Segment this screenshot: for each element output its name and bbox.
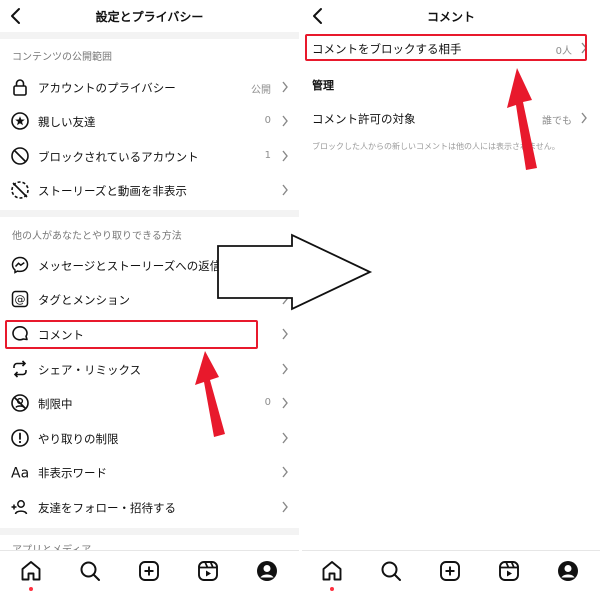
chevron-right-icon <box>282 397 288 409</box>
chevron-right-icon <box>282 466 288 478</box>
chevron-right-icon <box>282 328 288 340</box>
settings-row-blocked-accounts[interactable]: ブロックされているアカウント 1 <box>0 139 299 173</box>
tab-reels[interactable] <box>196 559 220 583</box>
row-value: 0 <box>264 115 271 126</box>
chevron-right-icon <box>282 150 288 162</box>
section-divider <box>0 528 299 535</box>
tab-search[interactable] <box>78 559 102 583</box>
info-note: ブロックした人からの新しいコメントは他の人には表示されません。 <box>312 142 560 151</box>
tab-home[interactable] <box>19 559 43 583</box>
home-icon <box>322 561 342 581</box>
settings-row-hide-story[interactable]: ストーリーズと動画を非表示 <box>0 173 299 207</box>
svg-text:@: @ <box>15 293 26 306</box>
section-title-interactions: 他の人があなたとやり取りできる方法 <box>12 231 182 242</box>
chevron-right-icon <box>282 81 288 93</box>
notification-dot <box>29 587 33 591</box>
at-icon: @ <box>11 290 29 308</box>
settings-row-restricted[interactable]: 制限中 0 <box>0 386 299 420</box>
row-value: 公開 <box>251 85 271 96</box>
row-label: アカウントのプライバシー <box>38 81 176 95</box>
settings-row-share-remix[interactable]: シェア・リミックス <box>0 352 299 386</box>
bottom-tab-bar <box>0 550 299 600</box>
chevron-right-icon <box>282 184 288 196</box>
profile-icon <box>257 561 277 581</box>
settings-row-close-friends[interactable]: 親しい友達 0 <box>0 104 299 138</box>
row-value: 誰でも <box>542 116 572 127</box>
settings-row-account-privacy[interactable]: アカウントのプライバシー 公開 <box>0 70 299 104</box>
row-label: 制限中 <box>38 397 73 411</box>
reels-icon <box>499 561 519 581</box>
settings-row-follow-invite[interactable]: 友達をフォロー・招待する <box>0 490 299 524</box>
row-label: シェア・リミックス <box>38 363 142 377</box>
settings-row-hidden-words[interactable]: Aa 非表示ワード <box>0 455 299 489</box>
lock-icon <box>13 79 27 96</box>
page-title: 設定とプライバシー <box>95 10 204 24</box>
star-circle-icon <box>11 112 29 130</box>
hide-story-icon <box>11 181 29 199</box>
header: コメント <box>302 0 600 32</box>
section-divider <box>0 210 299 217</box>
row-label: 友達をフォロー・招待する <box>38 501 176 515</box>
tab-profile[interactable] <box>255 559 279 583</box>
row-label: タグとメンション <box>38 293 130 307</box>
section-title-content-visibility: コンテンツの公開範囲 <box>12 52 112 63</box>
chevron-right-icon <box>282 115 288 127</box>
home-icon <box>21 561 41 581</box>
tab-create[interactable] <box>438 559 462 583</box>
create-icon <box>440 561 460 581</box>
comments-settings-screen: コメント コメントをブロックする相手 0人 管理 コメント許可の対象 誰でも ブ… <box>302 0 600 600</box>
page-title: コメント <box>426 10 475 24</box>
search-icon <box>381 561 401 581</box>
row-label: やり取りの制限 <box>38 432 119 446</box>
add-person-icon <box>11 500 28 515</box>
svg-text:Aa: Aa <box>11 466 29 482</box>
profile-icon <box>558 561 578 581</box>
create-icon <box>139 561 159 581</box>
section-title-manage: 管理 <box>312 79 334 92</box>
chevron-right-icon <box>282 363 288 375</box>
row-label: メッセージとストーリーズへの返信 <box>38 259 222 273</box>
row-value: 0 <box>264 397 271 408</box>
remix-icon <box>13 360 27 378</box>
search-icon <box>80 561 100 581</box>
notification-dot <box>330 587 334 591</box>
chevron-right-icon <box>282 432 288 444</box>
row-label: 非表示ワード <box>38 466 107 480</box>
settings-row-messages-replies[interactable]: メッセージとストーリーズへの返信 <box>0 248 299 282</box>
privacy-settings-screen: 設定とプライバシー コンテンツの公開範囲 アカウントのプライバシー 公開 親しい… <box>0 0 299 600</box>
tab-home[interactable] <box>320 559 344 583</box>
row-label: ストーリーズと動画を非表示 <box>38 184 187 198</box>
row-label: ブロックされているアカウント <box>38 150 199 164</box>
tab-profile[interactable] <box>556 559 580 583</box>
settings-row-limits[interactable]: やり取りの制限 <box>0 421 299 455</box>
tab-create[interactable] <box>137 559 161 583</box>
restrict-icon <box>11 394 29 412</box>
chevron-right-icon <box>282 501 288 513</box>
highlight-box <box>5 320 258 349</box>
settings-row-tags-mentions[interactable]: @ タグとメンション <box>0 282 299 316</box>
messenger-icon <box>11 256 29 274</box>
chevron-right-icon <box>282 293 288 305</box>
row-value: 1 <box>264 150 271 161</box>
header: 設定とプライバシー <box>0 0 299 32</box>
tab-search[interactable] <box>379 559 403 583</box>
highlight-box <box>305 34 587 61</box>
section-divider <box>0 32 299 39</box>
settings-row-allow-comments[interactable]: コメント許可の対象 誰でも <box>302 103 600 133</box>
bottom-tab-bar <box>302 550 600 600</box>
reels-icon <box>198 561 218 581</box>
chevron-right-icon <box>581 112 587 124</box>
row-label: コメント許可の対象 <box>312 112 416 126</box>
tab-reels[interactable] <box>497 559 521 583</box>
row-label: 親しい友達 <box>38 115 96 129</box>
block-icon <box>11 147 29 165</box>
hidden-words-icon: Aa <box>11 466 29 482</box>
limit-icon <box>11 429 29 447</box>
